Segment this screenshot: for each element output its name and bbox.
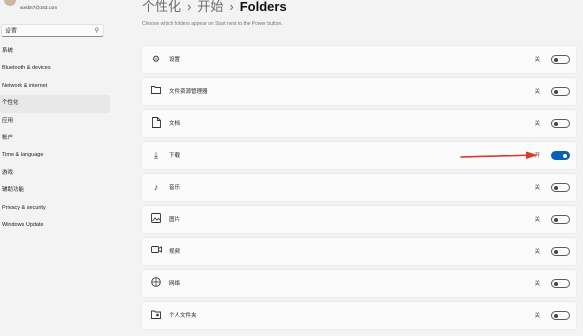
toggle-state-text: 关 <box>534 57 540 63</box>
folder-row-settings: ⚙ 设置 关 <box>141 45 577 74</box>
music-icon: ♪ <box>153 182 159 192</box>
toggle-state-text: 关 <box>534 249 540 255</box>
personal-folder-icon <box>150 309 162 321</box>
account-email: wxkb67@163.com <box>20 5 58 10</box>
folder-row-videos: 视频 关 <box>141 237 577 266</box>
toggle-knob <box>554 89 558 94</box>
sidebar-item-windows-update[interactable]: Windows Update <box>0 217 118 234</box>
toggle-state-text: 关 <box>534 121 540 127</box>
folder-label: 视频 <box>169 249 181 255</box>
toggle-switch[interactable] <box>551 247 570 256</box>
folder-label: 个人文件夹 <box>169 313 197 319</box>
toggle-knob <box>554 249 558 254</box>
toggle-switch[interactable] <box>551 183 570 192</box>
toggle-state-text: 关 <box>534 313 540 319</box>
toggle-switch[interactable] <box>551 87 570 96</box>
folder-row-documents: 文档 关 <box>141 109 577 138</box>
breadcrumb-separator: › <box>229 0 234 14</box>
sidebar-item-system[interactable]: 系统 <box>0 43 118 60</box>
folder-row-file-explorer: 文件资源管理器 关 <box>141 77 577 106</box>
search-icon[interactable]: ⚲ <box>95 27 99 34</box>
folder-row-network: 网络 关 <box>141 269 577 298</box>
page-subtitle: Choose which folders appear on Start nex… <box>142 21 283 27</box>
toggle-switch[interactable] <box>551 55 570 64</box>
folder-label: 网络 <box>169 281 181 287</box>
search-input[interactable] <box>5 27 85 33</box>
folder-label: 音乐 <box>169 185 181 191</box>
toggle-knob <box>554 57 558 62</box>
document-icon <box>150 117 162 129</box>
toggle-knob <box>554 281 558 286</box>
toggle-state-text: 关 <box>534 89 540 95</box>
folder-label: 文档 <box>169 121 181 127</box>
folder-label: 图片 <box>169 217 181 223</box>
sidebar-item-personalization[interactable]: 个性化 <box>0 95 110 113</box>
toggle-switch[interactable] <box>551 151 570 160</box>
toggle-switch[interactable] <box>551 311 570 320</box>
toggle-knob <box>554 185 558 190</box>
toggle-switch[interactable] <box>551 279 570 288</box>
folder-row-pictures: 图片 关 <box>141 205 577 234</box>
sidebar-item-bluetooth-devices[interactable]: Bluetooth & devices <box>0 60 118 77</box>
folder-label: 设置 <box>169 57 181 63</box>
video-icon <box>150 245 162 257</box>
sidebar-item-apps[interactable]: 应用 <box>0 113 118 130</box>
sidebar-item-privacy-security[interactable]: Privacy & security <box>0 200 118 217</box>
sidebar: wxkb67@163.com ⚲ 系统 Bluetooth & devices … <box>0 0 118 336</box>
toggle-state-text: 关 <box>534 185 540 191</box>
search-box[interactable]: ⚲ <box>1 24 104 37</box>
toggle-state-text: 关 <box>534 217 540 223</box>
breadcrumb-separator: › <box>187 0 192 14</box>
breadcrumb-personalization[interactable]: 个性化 <box>142 0 181 14</box>
sidebar-item-network-internet[interactable]: Network & internet <box>0 78 118 95</box>
toggle-knob <box>563 153 567 158</box>
folder-icon <box>150 85 162 97</box>
download-icon: ⤓ <box>154 150 158 160</box>
annotation-arrow <box>460 151 538 159</box>
page-title: Folders <box>239 0 287 14</box>
network-icon <box>150 277 162 289</box>
sidebar-nav: 系统 Bluetooth & devices Network & interne… <box>0 43 118 234</box>
avatar[interactable] <box>4 0 16 6</box>
picture-icon <box>150 213 162 225</box>
sidebar-item-accessibility[interactable]: 辅助功能 <box>0 182 118 199</box>
folder-label: 下载 <box>169 153 181 159</box>
sidebar-item-gaming[interactable]: 游戏 <box>0 165 118 182</box>
sidebar-item-accounts[interactable]: 帐户 <box>0 130 118 147</box>
folder-row-music: ♪ 音乐 关 <box>141 173 577 202</box>
breadcrumb-start[interactable]: 开始 <box>197 0 223 14</box>
toggle-knob <box>554 217 558 222</box>
breadcrumb: 个性化 › 开始 › Folders <box>142 0 287 15</box>
toggle-knob <box>554 313 558 318</box>
toggle-switch[interactable] <box>551 215 570 224</box>
folder-row-personal-folder: 个人文件夹 关 <box>141 301 577 330</box>
toggle-state-text: 关 <box>534 281 540 287</box>
sidebar-item-time-language[interactable]: Time & language <box>0 147 118 164</box>
gear-icon: ⚙ <box>151 54 161 64</box>
toggle-knob <box>554 121 558 126</box>
toggle-switch[interactable] <box>551 119 570 128</box>
folder-label: 文件资源管理器 <box>169 89 208 95</box>
